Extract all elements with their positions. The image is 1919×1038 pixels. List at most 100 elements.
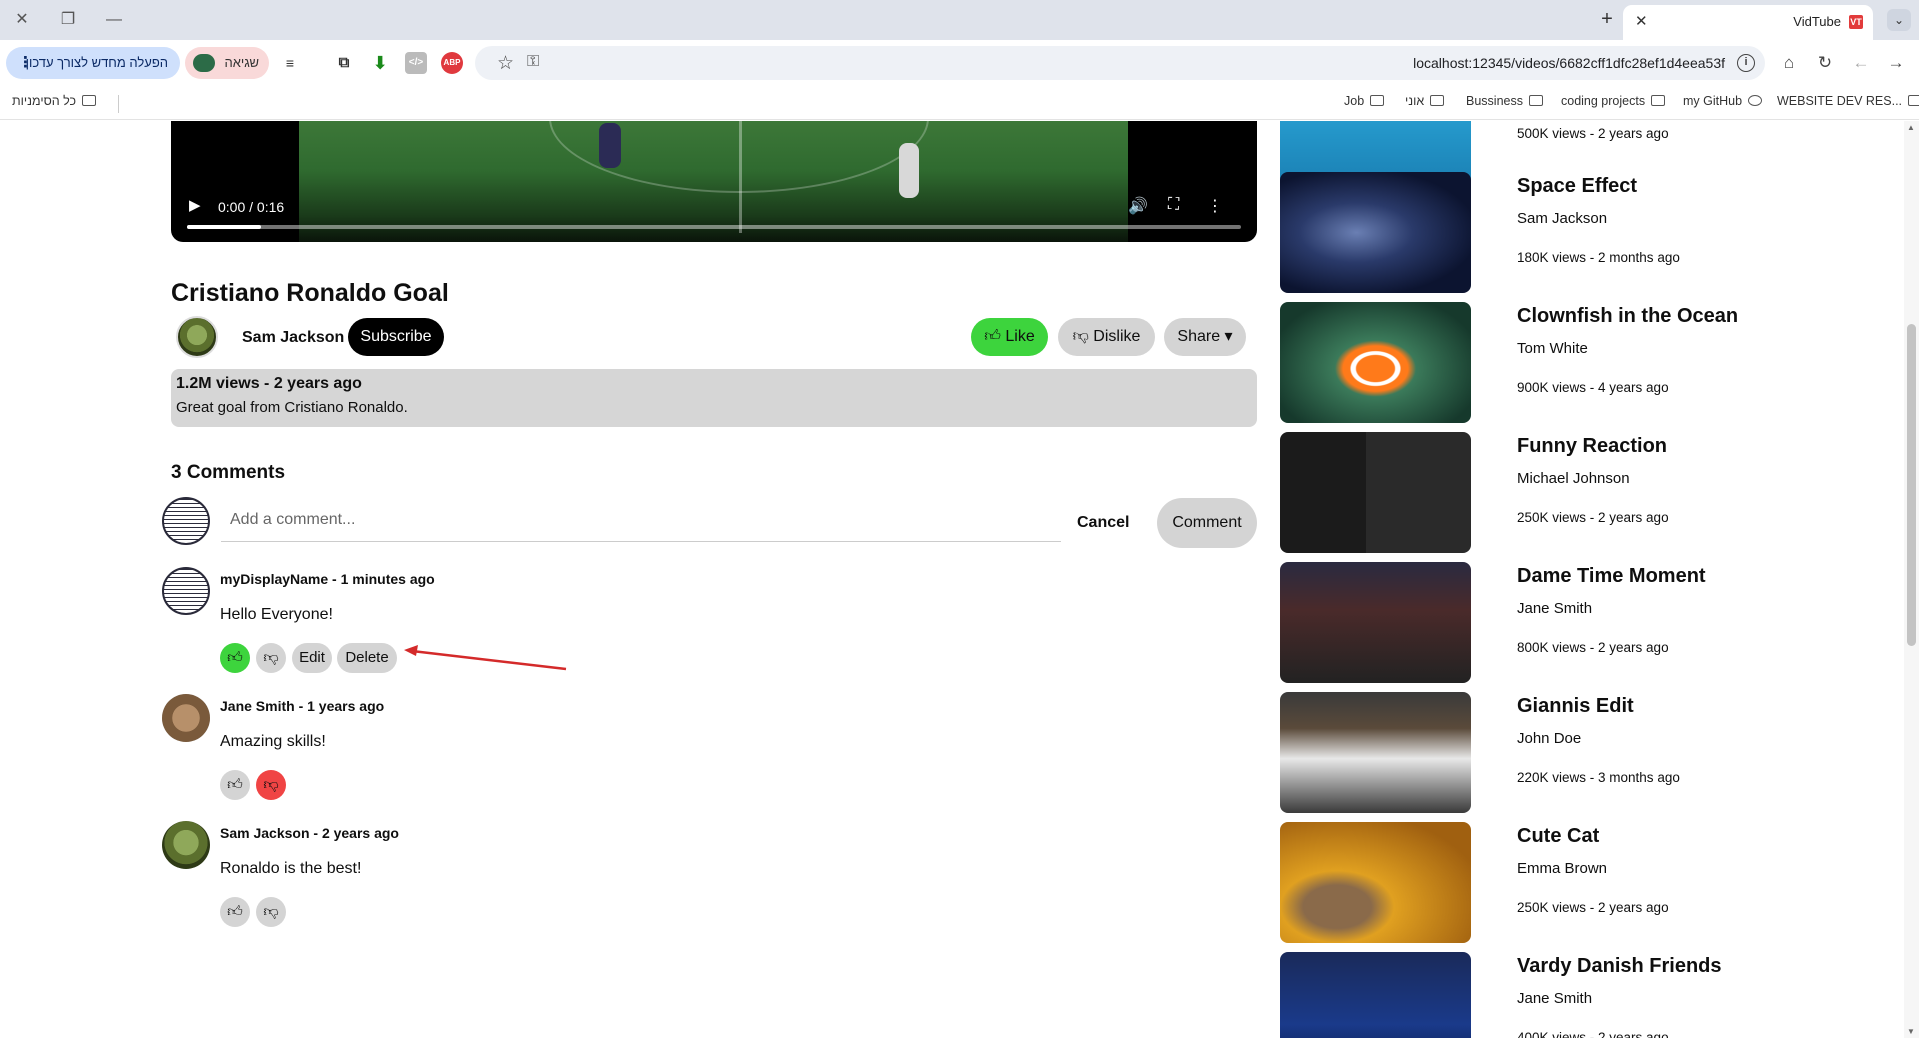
devtools-extension-icon[interactable]: </> <box>405 52 427 74</box>
bookmark-github[interactable]: my GitHub <box>1683 94 1763 108</box>
browser-tab[interactable]: ✕ VidTube VT <box>1623 5 1873 40</box>
recommended-video[interactable]: Dame Time Moment Jane Smith 800K views -… <box>1280 562 1840 683</box>
new-tab-icon[interactable]: + <box>1595 8 1619 32</box>
recommended-channel[interactable]: Emma Brown <box>1517 860 1607 877</box>
recommended-title[interactable]: Clownfish in the Ocean <box>1517 305 1738 328</box>
bookmark-folder[interactable]: WEBSITE DEV RES... <box>1777 94 1919 108</box>
player-more-icon[interactable]: ⋮ <box>1207 196 1223 216</box>
volume-icon[interactable]: 🔊 <box>1128 196 1148 216</box>
video-player[interactable]: ▶ 0:00 / 0:16 🔊 ⛶ ⋮ <box>171 121 1257 242</box>
player-progress-bar[interactable] <box>187 225 1241 229</box>
bookmark-folder[interactable]: אוני <box>1405 94 1445 108</box>
play-icon[interactable]: ▶ <box>189 196 201 214</box>
channel-avatar[interactable] <box>176 316 218 358</box>
channel-name[interactable]: Sam Jackson <box>242 329 344 347</box>
video-thumbnail[interactable] <box>1280 692 1471 813</box>
reading-list-icon[interactable]: ≡ <box>279 52 301 74</box>
fullscreen-icon[interactable]: ⛶ <box>1168 196 1179 214</box>
password-key-icon[interactable]: ⚿ <box>527 53 539 71</box>
reload-icon[interactable]: ↻ <box>1813 51 1837 75</box>
recommended-video[interactable]: Funny Reaction Michael Johnson 250K view… <box>1280 432 1840 553</box>
submit-comment-button[interactable]: Comment <box>1157 498 1257 548</box>
recommended-channel[interactable]: Tom White <box>1517 340 1588 357</box>
bookmark-folder[interactable]: Job <box>1344 94 1385 108</box>
recommended-title[interactable]: Cute Cat <box>1517 825 1599 848</box>
comment-dislike-button[interactable]: 👎︎ <box>256 897 286 927</box>
address-bar[interactable]: ☆ ⚿ localhost:12345/videos/6682cff1dfc28… <box>475 46 1765 80</box>
recommended-video[interactable]: Giannis Edit John Doe 220K views - 3 mon… <box>1280 692 1840 813</box>
all-bookmarks[interactable]: כל הסימניות <box>12 94 97 108</box>
recommended-title[interactable]: Vardy Danish Friends <box>1517 955 1722 978</box>
comment-like-button[interactable]: 👍︎ <box>220 897 250 927</box>
video-description-box[interactable]: 1.2M views - 2 years ago Great goal from… <box>171 369 1257 427</box>
extensions-puzzle-icon[interactable]: ⧉ <box>333 52 355 74</box>
download-arrow-icon[interactable]: ⬇ <box>369 52 391 74</box>
recommended-video[interactable]: Vardy Danish Friends Jane Smith 400K vie… <box>1280 952 1840 1038</box>
bookmark-label: my GitHub <box>1683 94 1743 108</box>
comment-like-button[interactable]: 👍︎ <box>220 643 250 673</box>
thumbs-up-icon: 👍︎ <box>227 776 243 793</box>
recommended-channel[interactable]: Jane Smith <box>1517 600 1592 617</box>
dislike-button[interactable]: 👎︎ Dislike <box>1058 318 1155 356</box>
comment-dislike-button[interactable]: 👎︎ <box>256 643 286 673</box>
recommended-channel[interactable]: Michael Johnson <box>1517 470 1630 487</box>
recommended-video[interactable]: Clownfish in the Ocean Tom White 900K vi… <box>1280 302 1840 423</box>
video-thumbnail[interactable] <box>1280 172 1471 293</box>
scroll-up-icon[interactable]: ▲ <box>1907 123 1915 132</box>
comment-delete-button[interactable]: Delete <box>337 643 397 673</box>
comment-meta: Jane Smith - 1 years ago <box>220 698 385 714</box>
page-scrollbar[interactable]: ▲ ▼ <box>1904 121 1919 1038</box>
bookmark-folder[interactable]: coding projects <box>1561 94 1666 108</box>
bookmark-label: Bussiness <box>1466 94 1523 108</box>
profile-error-button[interactable]: שגיאה <box>185 47 269 79</box>
recommended-meta: 500K views - 2 years ago <box>1517 126 1669 141</box>
tab-close-icon[interactable]: ✕ <box>1635 12 1648 30</box>
scroll-down-icon[interactable]: ▼ <box>1907 1027 1915 1036</box>
comment-like-button[interactable]: 👍︎ <box>220 770 250 800</box>
video-thumbnail[interactable] <box>1280 952 1471 1038</box>
comment-item: Jane Smith - 1 years ago Amazing skills!… <box>160 694 1260 812</box>
bookmark-star-icon[interactable]: ☆ <box>497 52 514 75</box>
comment-edit-button[interactable]: Edit <box>292 643 332 673</box>
forward-arrow-icon[interactable]: ← <box>1849 51 1873 75</box>
window-restore-icon[interactable]: ❐ <box>56 8 80 32</box>
comment-dislike-button[interactable]: 👎︎ <box>256 770 286 800</box>
recommended-title[interactable]: Funny Reaction <box>1517 435 1667 458</box>
bookmark-folder[interactable]: Bussiness <box>1466 94 1543 108</box>
recommended-channel[interactable]: Sam Jackson <box>1517 210 1607 227</box>
recommended-title[interactable]: Space Effect <box>1517 175 1637 198</box>
video-description: Great goal from Cristiano Ronaldo. <box>176 399 408 416</box>
cancel-comment-button[interactable]: Cancel <box>1077 514 1129 532</box>
home-icon[interactable]: ⌂ <box>1777 51 1801 75</box>
share-button[interactable]: Share ▾ <box>1164 318 1246 356</box>
site-info-icon[interactable]: i <box>1737 54 1755 72</box>
folder-icon <box>1908 95 1919 106</box>
window-minimize-icon[interactable]: — <box>102 8 126 32</box>
video-thumbnail[interactable] <box>1280 302 1471 423</box>
recommended-video[interactable]: Cute Cat Emma Brown 250K views - 2 years… <box>1280 822 1840 943</box>
url-text[interactable]: localhost:12345/videos/6682cff1dfc28ef1d… <box>1413 55 1725 71</box>
video-frame <box>299 121 1128 242</box>
recommended-title[interactable]: Giannis Edit <box>1517 695 1634 718</box>
comment-text: Amazing skills! <box>220 733 326 750</box>
subscribe-button[interactable]: Subscribe <box>348 318 444 356</box>
tab-search-chevron-icon[interactable]: ⌄ <box>1887 9 1911 31</box>
comment-input[interactable] <box>221 499 1061 542</box>
scrollbar-thumb[interactable] <box>1907 324 1916 646</box>
window-close-icon[interactable]: ✕ <box>10 8 34 32</box>
comment-avatar[interactable] <box>162 694 210 742</box>
comment-avatar[interactable] <box>162 567 210 615</box>
video-thumbnail[interactable] <box>1280 562 1471 683</box>
adblock-plus-icon[interactable]: ABP <box>441 52 463 74</box>
update-restart-button[interactable]: ⋮ הפעלה מחדש לצורך עדכון <box>6 47 180 79</box>
recommended-title[interactable]: Dame Time Moment <box>1517 565 1706 588</box>
recommended-channel[interactable]: John Doe <box>1517 730 1581 747</box>
recommended-video[interactable]: Space Effect Sam Jackson 180K views - 2 … <box>1280 172 1840 293</box>
video-thumbnail[interactable] <box>1280 822 1471 943</box>
video-thumbnail[interactable] <box>1280 432 1471 553</box>
back-arrow-icon[interactable]: → <box>1884 51 1908 75</box>
profile-avatar-icon <box>193 54 215 72</box>
like-button[interactable]: 👍︎ Like <box>971 318 1048 356</box>
comment-avatar[interactable] <box>162 821 210 869</box>
recommended-channel[interactable]: Jane Smith <box>1517 990 1592 1007</box>
